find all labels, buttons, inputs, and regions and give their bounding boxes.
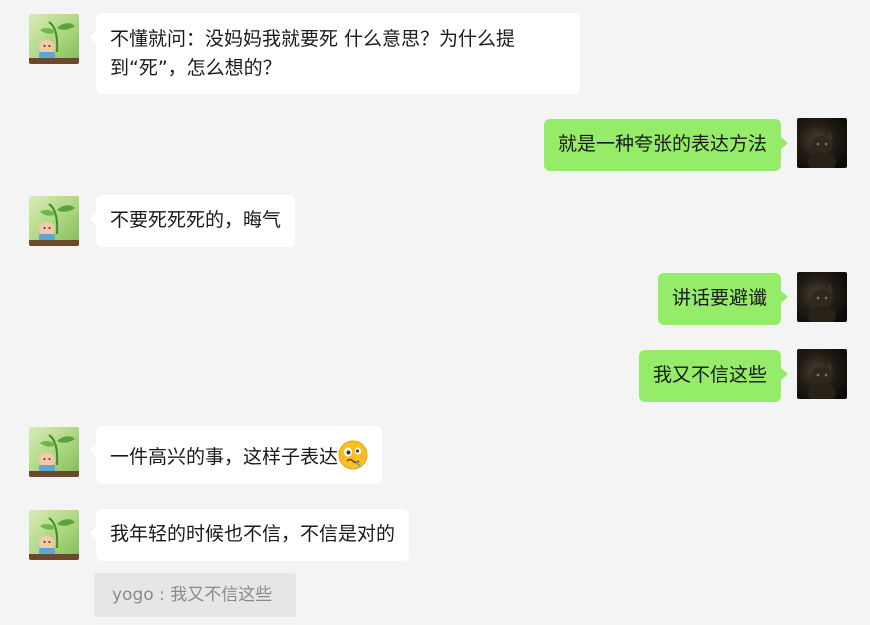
contact-avatar[interactable] — [29, 510, 79, 560]
message-text: 不要死死死的，晦气 — [110, 209, 282, 231]
message-text: 我年轻的时候也不信，不信是对的 — [110, 523, 396, 545]
self-avatar[interactable] — [797, 272, 847, 322]
message-bubble-1[interactable]: 不懂就问：没妈妈我就要死 什么意思？为什么提 到“死”，怎么想的？ — [89, 13, 580, 94]
woozy-face-icon — [338, 440, 368, 470]
message-text: 我又不信这些 — [652, 364, 767, 386]
message-text: 一件高兴的事，这样子表达 — [110, 446, 339, 468]
message-bubble-6[interactable]: 一件高兴的事，这样子表达 — [88, 426, 383, 484]
message-bubble-4[interactable]: 讲话要避谶 — [657, 273, 789, 325]
message-bubble-3[interactable]: 不要死死死的，晦气 — [88, 195, 296, 247]
message-text-line: 不懂就问：没妈妈我就要死 什么意思？为什么提 — [110, 28, 516, 50]
contact-avatar[interactable] — [29, 427, 79, 477]
message-text-line: 到“死”，怎么想的？ — [110, 57, 282, 79]
message-bubble-2[interactable]: 就是一种夸张的表达方法 — [543, 119, 789, 171]
contact-avatar[interactable] — [29, 196, 79, 246]
self-avatar[interactable] — [797, 349, 847, 399]
quoted-message[interactable]: yogo : 我又不信这些 — [94, 573, 296, 617]
message-text: 讲话要避谶 — [671, 287, 767, 309]
message-bubble-5[interactable]: 我又不信这些 — [638, 350, 789, 402]
self-avatar[interactable] — [797, 118, 847, 168]
message-bubble-7[interactable]: 我年轻的时候也不信，不信是对的 — [88, 509, 410, 561]
contact-avatar[interactable] — [29, 14, 79, 64]
quoted-message-text: yogo : 我又不信这些 — [112, 585, 273, 605]
message-text: 就是一种夸张的表达方法 — [557, 133, 767, 155]
